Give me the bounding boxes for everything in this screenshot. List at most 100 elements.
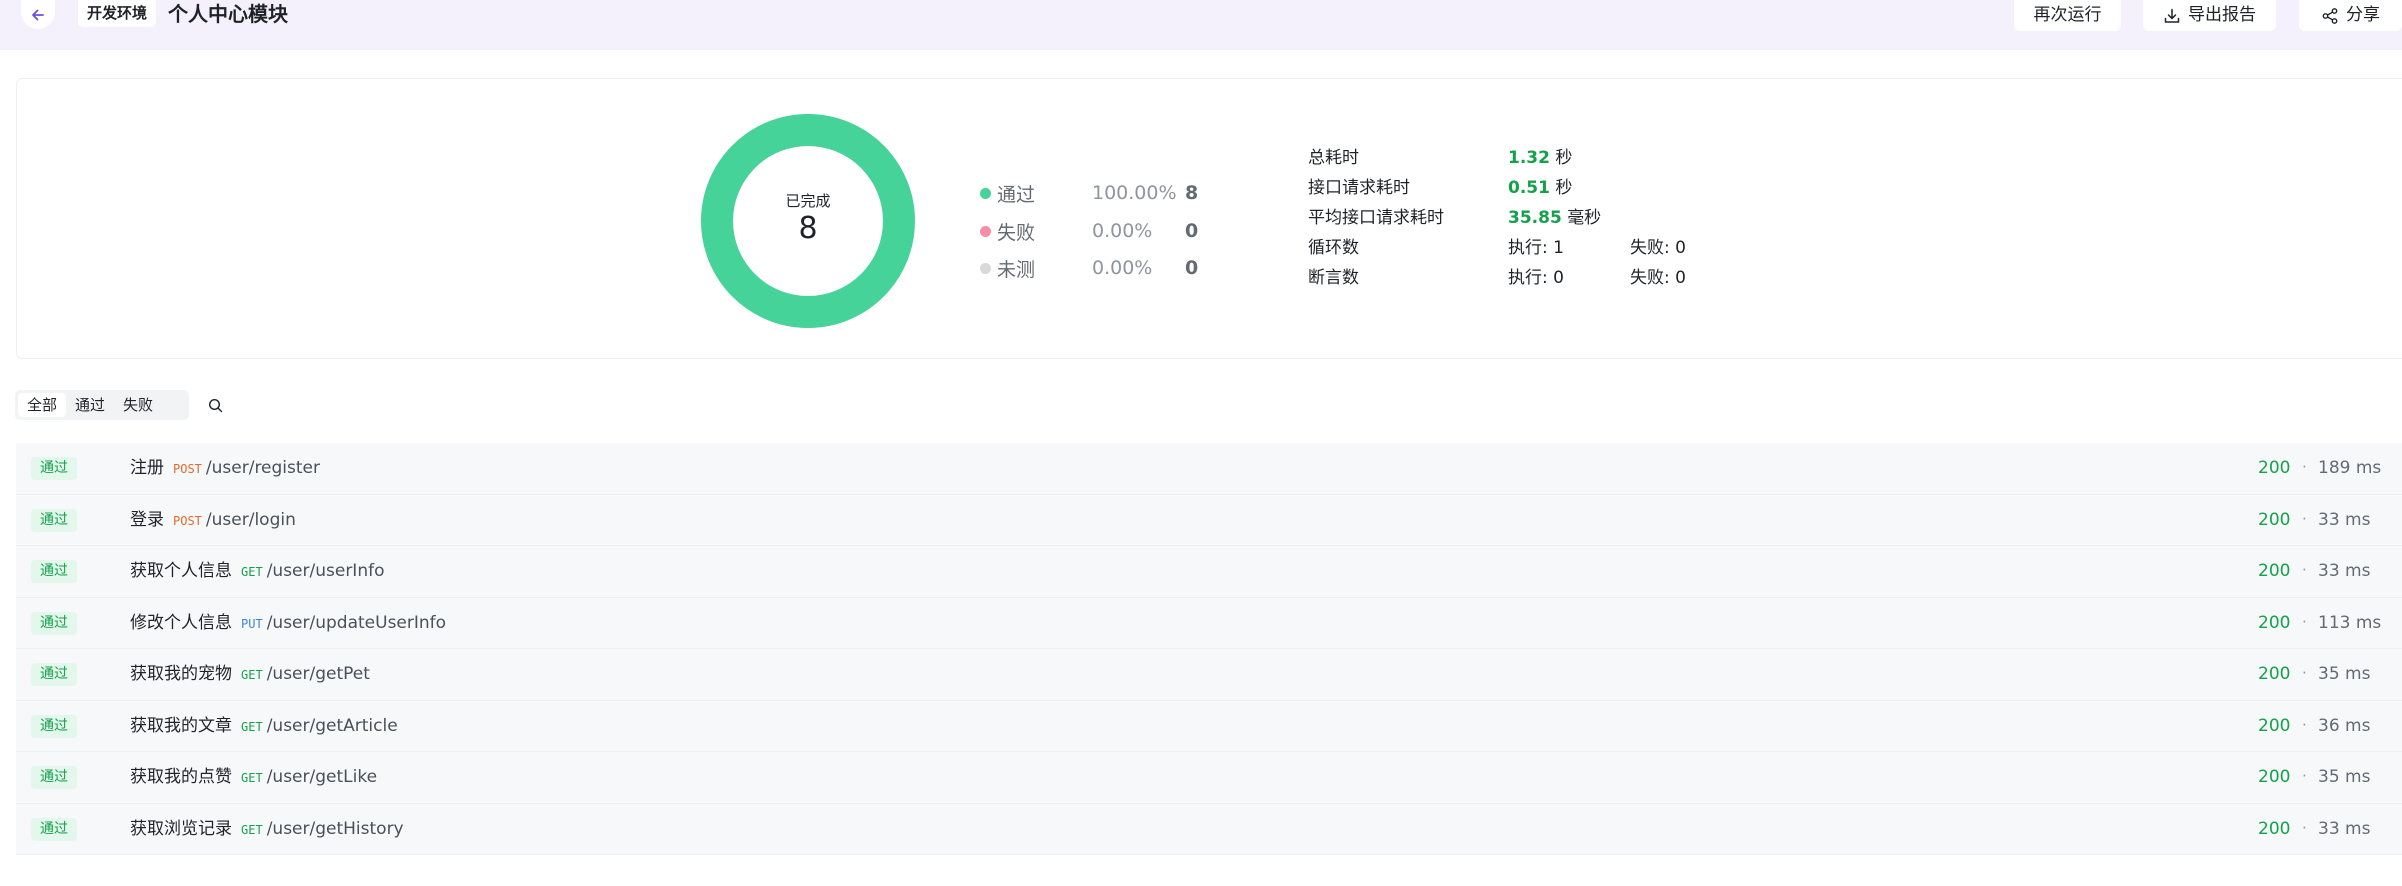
result-row[interactable]: 通过 获取我的文章 GET/user/getArticle 200 · 36 ms	[16, 700, 2402, 753]
response-time: 189 ms	[2318, 458, 2382, 478]
http-method: GET	[241, 771, 263, 785]
api-path: /user/getPet	[266, 664, 370, 684]
page-title: 个人中心模块	[168, 2, 288, 26]
loop-label: 循环数	[1308, 238, 1359, 258]
legend-percent: 0.00%	[1092, 220, 1153, 242]
api-path: /user/getHistory	[266, 818, 404, 839]
result-title: 登录 POST/user/login	[130, 495, 296, 547]
http-method: POST	[173, 513, 202, 528]
tab-pass[interactable]: 通过	[66, 393, 114, 417]
status-badge: 通过	[31, 663, 77, 686]
summary-card: 已完成 8 通过 100.00% 8 失败 0.00% 0 未测 0.00% 0…	[16, 78, 2402, 359]
status-code: 200	[2258, 561, 2291, 581]
rerun-button[interactable]: 再次运行	[2014, 0, 2121, 31]
back-button[interactable]	[21, 0, 55, 29]
total-time-number: 1.32	[1508, 148, 1550, 168]
separator-dot: ·	[2302, 612, 2307, 631]
share-icon	[2322, 7, 2338, 24]
result-row[interactable]: 通过 注册 POST/user/register 200 · 189 ms	[16, 443, 2402, 495]
separator-dot: ·	[2302, 664, 2307, 682]
result-title: 获取我的宠物 GET/user/getPet	[130, 649, 370, 701]
http-method: GET	[241, 668, 263, 682]
status-badge: 通过	[31, 766, 77, 789]
api-name: 获取我的宠物	[130, 664, 232, 684]
api-path: /user/register	[205, 458, 321, 478]
api-name: 获取个人信息	[130, 561, 232, 581]
result-title: 获取我的文章 GET/user/getArticle	[130, 701, 398, 753]
total-time-value: 1.32 秒	[1508, 146, 1572, 170]
response-time: 33 ms	[2318, 818, 2371, 839]
response-time: 35 ms	[2318, 767, 2371, 787]
pass-dot-icon	[980, 187, 991, 199]
status-code: 200	[2258, 664, 2291, 684]
separator-dot: ·	[2302, 509, 2307, 528]
search-icon	[208, 398, 222, 412]
separator-dot: ·	[2302, 767, 2307, 785]
result-row[interactable]: 通过 登录 POST/user/login 200 · 33 ms	[16, 494, 2402, 547]
http-method: PUT	[241, 616, 263, 631]
legend-name: 未测	[997, 258, 1036, 281]
result-list: 通过 注册 POST/user/register 200 · 189 ms 通过 登录 POST…	[16, 443, 2402, 855]
assert-label: 断言数	[1308, 268, 1359, 288]
result-title: 获取个人信息 GET/user/userInfo	[130, 546, 384, 598]
result-row[interactable]: 通过 获取我的点赞 GET/user/getLike 200 · 35 ms	[16, 752, 2402, 804]
separator-dot: ·	[2302, 458, 2307, 476]
avg-time-value: 35.85 毫秒	[1508, 206, 1601, 230]
result-title: 获取浏览记录 GET/user/getHistory	[130, 804, 404, 856]
status-code: 200	[2258, 715, 2291, 736]
legend-count: 0	[1185, 257, 1199, 279]
api-path: /user/getArticle	[266, 715, 398, 736]
download-icon	[2164, 8, 2180, 23]
api-name: 修改个人信息	[130, 612, 232, 633]
status-badge: 通过	[31, 457, 77, 480]
environment-badge[interactable]: 开发环境	[78, 0, 157, 27]
donut-label: 已完成	[785, 191, 831, 210]
status-code: 200	[2258, 458, 2291, 478]
separator-dot: ·	[2302, 715, 2307, 734]
loop-fail: 失败: 0	[1630, 238, 1686, 258]
request-time-number: 0.51	[1508, 178, 1550, 198]
http-method: GET	[241, 565, 263, 579]
separator-dot: ·	[2302, 561, 2307, 579]
legend-name: 通过	[997, 183, 1036, 206]
tab-fail[interactable]: 失败	[114, 393, 162, 417]
api-name: 登录	[130, 509, 164, 530]
search-button[interactable]	[204, 394, 226, 416]
share-label: 分享	[2346, 5, 2380, 25]
status-badge: 通过	[31, 611, 77, 635]
api-path: /user/getLike	[266, 767, 378, 787]
filter-tabs: 全部 通过 失败	[15, 390, 189, 420]
legend-pass: 通过 100.00% 8	[980, 181, 1198, 206]
status-badge: 通过	[31, 508, 77, 532]
result-row[interactable]: 通过 获取个人信息 GET/user/userInfo 200 · 33 ms	[16, 546, 2402, 598]
fail-dot-icon	[980, 225, 991, 237]
response-time: 33 ms	[2318, 509, 2371, 530]
status-badge: 通过	[31, 817, 77, 841]
export-report-button[interactable]: 导出报告	[2143, 0, 2276, 31]
total-time-unit: 秒	[1555, 148, 1573, 168]
request-time-label: 接口请求耗时	[1308, 178, 1410, 198]
top-bar: 开发环境 个人中心模块 再次运行 导出报告 分享	[0, 0, 2402, 50]
tab-all[interactable]: 全部	[18, 393, 67, 417]
avg-time-number: 35.85	[1508, 208, 1562, 228]
legend-name: 失败	[997, 221, 1036, 244]
api-path: /user/userInfo	[266, 561, 385, 581]
result-row[interactable]: 通过 获取我的宠物 GET/user/getPet 200 · 35 ms	[16, 649, 2402, 701]
total-time-label: 总耗时	[1308, 148, 1359, 168]
result-title: 获取我的点赞 GET/user/getLike	[130, 752, 377, 804]
result-row[interactable]: 通过 获取浏览记录 GET/user/getHistory 200 · 33 ms	[16, 803, 2402, 856]
http-method: POST	[173, 462, 202, 476]
loop-exec: 执行: 1	[1508, 238, 1564, 258]
legend-untested: 未测 0.00% 0	[980, 256, 1199, 281]
assert-fail: 失败: 0	[1630, 268, 1686, 288]
api-path: /user/login	[205, 509, 296, 530]
request-time-value: 0.51 秒	[1508, 176, 1572, 200]
api-name: 获取我的文章	[130, 715, 232, 736]
result-title: 注册 POST/user/register	[130, 443, 320, 495]
share-button[interactable]: 分享	[2299, 0, 2402, 31]
http-method: GET	[241, 719, 263, 734]
result-row[interactable]: 通过 修改个人信息 PUT/user/updateUserInfo 200 · 113 m…	[16, 597, 2402, 650]
legend-count: 0	[1185, 220, 1199, 242]
response-time: 35 ms	[2318, 664, 2371, 684]
result-title: 修改个人信息 PUT/user/updateUserInfo	[130, 598, 446, 650]
